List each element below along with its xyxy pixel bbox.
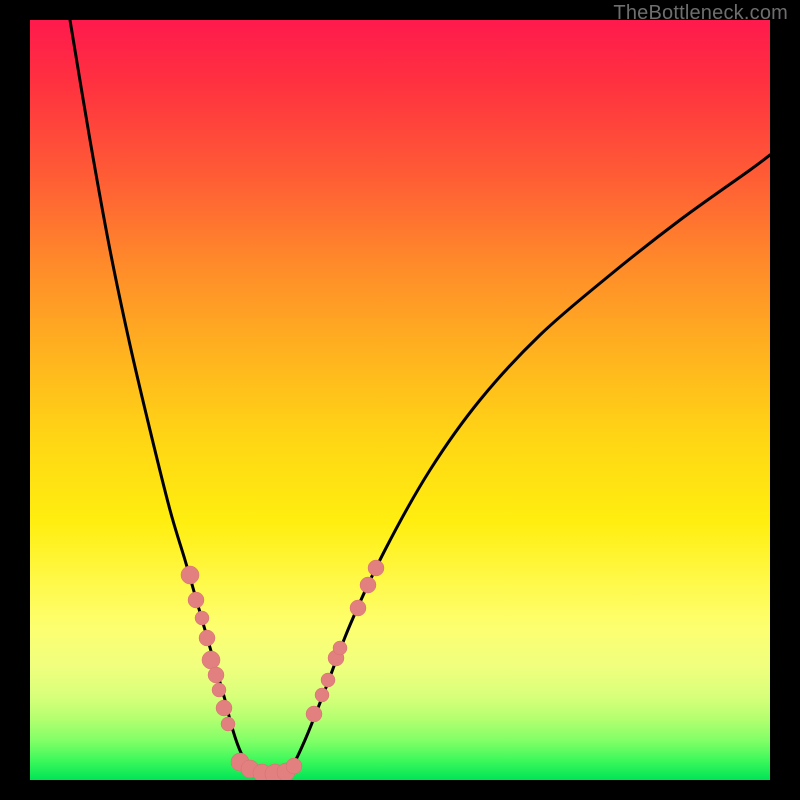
curve-svg — [30, 20, 770, 780]
scatter-points — [181, 560, 384, 780]
data-point — [321, 673, 335, 687]
data-point — [188, 592, 204, 608]
data-point — [315, 688, 329, 702]
data-point — [212, 683, 226, 697]
data-point — [360, 577, 376, 593]
data-point — [199, 630, 215, 646]
data-point — [286, 758, 302, 774]
data-point — [333, 641, 347, 655]
chart-frame: TheBottleneck.com — [0, 0, 800, 800]
data-point — [216, 700, 232, 716]
data-point — [350, 600, 366, 616]
data-point — [221, 717, 235, 731]
data-point — [208, 667, 224, 683]
watermark-text: TheBottleneck.com — [613, 2, 788, 25]
data-point — [368, 560, 384, 576]
data-point — [195, 611, 209, 625]
data-point — [202, 651, 220, 669]
data-point — [181, 566, 199, 584]
data-point — [306, 706, 322, 722]
bottleneck-curve — [70, 20, 770, 774]
plot-area — [30, 20, 770, 780]
